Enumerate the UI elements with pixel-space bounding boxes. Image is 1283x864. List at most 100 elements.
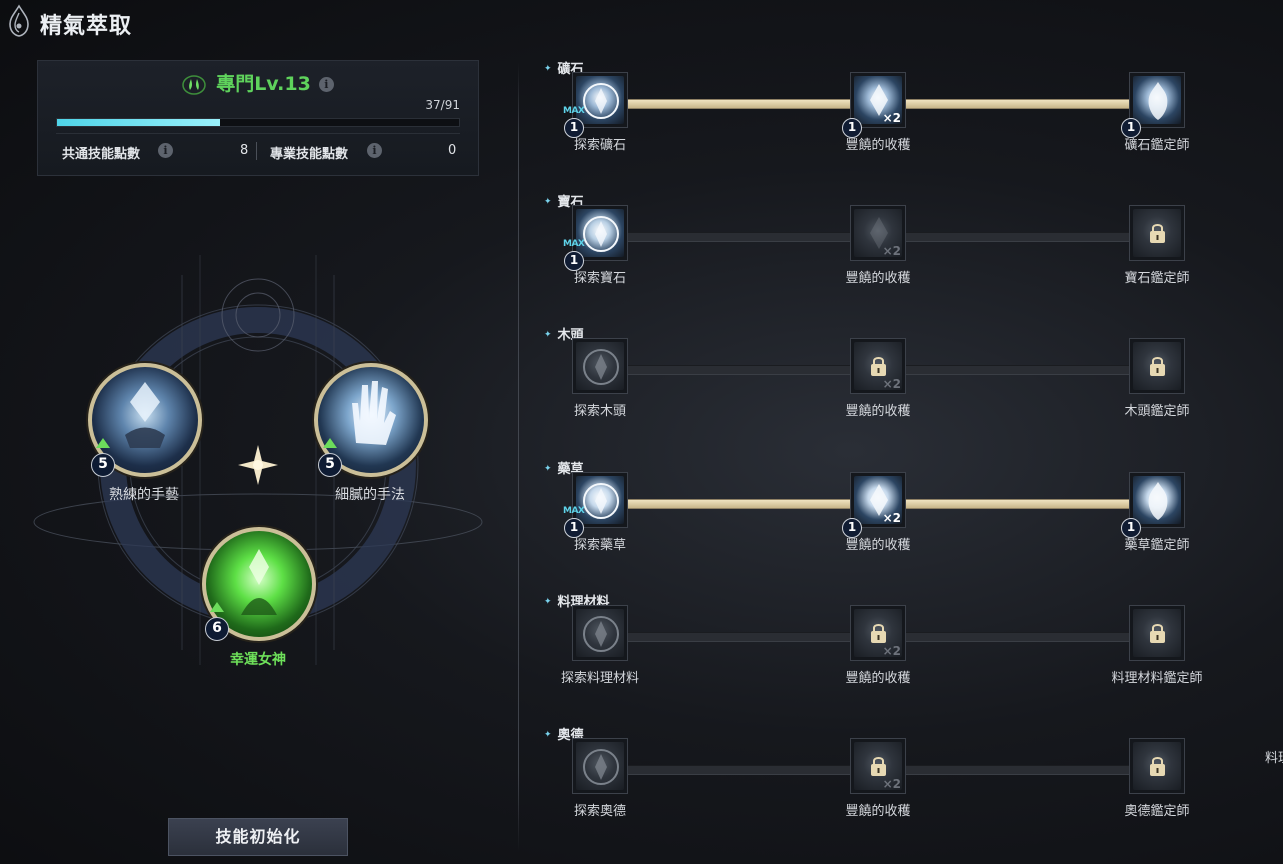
tree-row: 奧德探索奧德×2豐饒的收穫奧德鑑定師 <box>540 724 1240 834</box>
multiplier-text: ×2 <box>882 777 901 791</box>
xp-bar-fill <box>57 119 221 126</box>
tree-connector <box>628 499 850 509</box>
tree-row: 料理材料探索料理材料×2豐饒的收穫料理材料鑑定師 <box>540 591 1240 701</box>
level-up-arrow-icon <box>96 438 110 448</box>
level-panel: 專門Lv.13 i 37/91 共通技能點數 i 8 專業技能點數 i 0 <box>37 60 479 176</box>
lock-icon <box>871 357 886 376</box>
skill-node-label: 豐饒的收穫 <box>845 804 911 819</box>
skill-node[interactable]: ×2 <box>850 338 906 394</box>
lock-icon <box>1150 757 1165 776</box>
pro-points-value: 0 <box>448 143 457 158</box>
explore-icon <box>583 749 619 785</box>
multiplier-text: ×2 <box>882 644 901 658</box>
xp-text: 37/91 <box>425 98 460 112</box>
points-row: 共通技能點數 i 8 專業技能點數 i 0 <box>56 133 460 165</box>
explore-icon <box>583 616 619 652</box>
lock-icon <box>871 624 886 643</box>
skill-node-label: 探索礦石 <box>573 138 627 153</box>
skill-node-label: 探索木頭 <box>573 404 627 419</box>
skill-node-label: 礦石鑑定師 <box>1124 138 1190 153</box>
tree-connector <box>628 365 850 375</box>
skill-node-label: 探索藥草 <box>573 538 627 553</box>
skill-node-label: 料理材料鑑定師 <box>1111 671 1203 686</box>
specialty-icon <box>182 74 206 95</box>
tree-row: 寶石MAX1探索寶石×2豐饒的收穫寶石鑑定師 <box>540 191 1240 301</box>
skill-level-badge: 5 <box>318 453 342 477</box>
skill-node-label: 豐饒的收穫 <box>845 138 911 153</box>
skill-node-label: 藥草鑑定師 <box>1124 538 1190 553</box>
common-points-label: 共通技能點數 <box>62 147 141 162</box>
essence-icon <box>9 4 29 37</box>
skill-node-label: 探索奧德 <box>573 804 627 819</box>
lock-icon <box>1150 224 1165 243</box>
tree-connector <box>906 99 1129 109</box>
lock-icon <box>1150 624 1165 643</box>
skill-node-label: 探索料理材料 <box>560 671 640 686</box>
crystal-hand-icon <box>125 382 165 448</box>
max-tag: MAX <box>563 506 585 516</box>
panel-divider <box>518 62 519 852</box>
goddess-icon <box>241 549 277 615</box>
pro-points-label: 專業技能點數 <box>270 147 349 162</box>
level-up-arrow-icon <box>210 602 224 612</box>
skill-node-label: 豐饒的收穫 <box>845 671 911 686</box>
skill-node[interactable] <box>1129 205 1185 261</box>
glowing-hand-icon <box>352 381 396 445</box>
skill-node-label: 豐饒的收穫 <box>845 404 911 419</box>
skill-node-label: 豐饒的收穫 <box>845 538 911 553</box>
common-points-info-icon[interactable]: i <box>158 143 173 158</box>
skill-node[interactable] <box>1129 338 1185 394</box>
skill-node-label: 探索寶石 <box>573 271 627 286</box>
max-tag: MAX <box>563 106 585 116</box>
explore-icon <box>583 216 619 252</box>
skill-label-craftsmanship: 熟練的手藝 <box>109 487 179 503</box>
tree-row: 藥草MAX1探索藥草×21豐饒的收穫1藥草鑑定師 <box>540 458 1240 568</box>
tree-connector <box>906 232 1129 242</box>
tree-connector <box>628 632 850 642</box>
tree-connector <box>906 365 1129 375</box>
level-header: 專門Lv.13 i <box>38 69 478 96</box>
skill-node[interactable] <box>572 605 628 661</box>
skill-node-label: 豐饒的收穫 <box>845 271 911 286</box>
pro-points-info-icon[interactable]: i <box>367 143 382 158</box>
skill-node-label: 奧德鑑定師 <box>1124 804 1190 819</box>
appraiser-icon <box>1148 482 1168 520</box>
skill-node[interactable]: ×2 <box>850 738 906 794</box>
skill-node[interactable]: ×2 <box>850 605 906 661</box>
reset-skills-button[interactable]: 技能初始化 <box>168 818 348 856</box>
skill-node[interactable] <box>1129 605 1185 661</box>
offscreen-label: 料理 <box>1265 751 1283 766</box>
page-title: 精氣萃取 <box>40 14 133 39</box>
explore-icon <box>583 349 619 385</box>
max-tag: MAX <box>563 239 585 249</box>
points-separator <box>256 142 257 160</box>
title-bar: 精氣萃取 <box>0 0 300 44</box>
skill-node[interactable] <box>1129 738 1185 794</box>
skill-node-label: 寶石鑑定師 <box>1124 271 1190 286</box>
level-up-arrow-icon <box>323 438 337 448</box>
multiplier-text: ×2 <box>882 111 901 125</box>
multiplier-text: ×2 <box>882 377 901 391</box>
tree-connector <box>906 765 1129 775</box>
skill-level-badge: 6 <box>205 617 229 641</box>
lock-icon <box>1150 357 1165 376</box>
xp-bar <box>56 118 460 127</box>
multiplier-text: ×2 <box>882 244 901 258</box>
explore-icon <box>583 483 619 519</box>
skill-node[interactable] <box>572 338 628 394</box>
skill-node[interactable]: ×2 <box>850 205 906 261</box>
tree-connector <box>906 499 1129 509</box>
skill-label-delicate-touch: 細膩的手法 <box>335 487 405 503</box>
essence-extraction-screen: 精氣萃取 專門Lv.13 i 37/91 共通技能點數 i 8 專業技能點數 i … <box>0 0 1283 864</box>
tree-row: 木頭探索木頭×2豐饒的收穫木頭鑑定師 <box>540 324 1240 434</box>
level-info-icon[interactable]: i <box>318 77 334 92</box>
common-points-value: 8 <box>240 143 249 158</box>
skill-node-label: 木頭鑑定師 <box>1124 404 1190 419</box>
tree-row: 礦石MAX1探索礦石×21豐饒的收穫1礦石鑑定師 <box>540 58 1240 168</box>
lock-icon <box>871 757 886 776</box>
explore-icon <box>583 83 619 119</box>
skill-node[interactable] <box>572 738 628 794</box>
appraiser-icon <box>1148 82 1168 120</box>
tree-connector <box>628 765 850 775</box>
tree-connector <box>906 632 1129 642</box>
